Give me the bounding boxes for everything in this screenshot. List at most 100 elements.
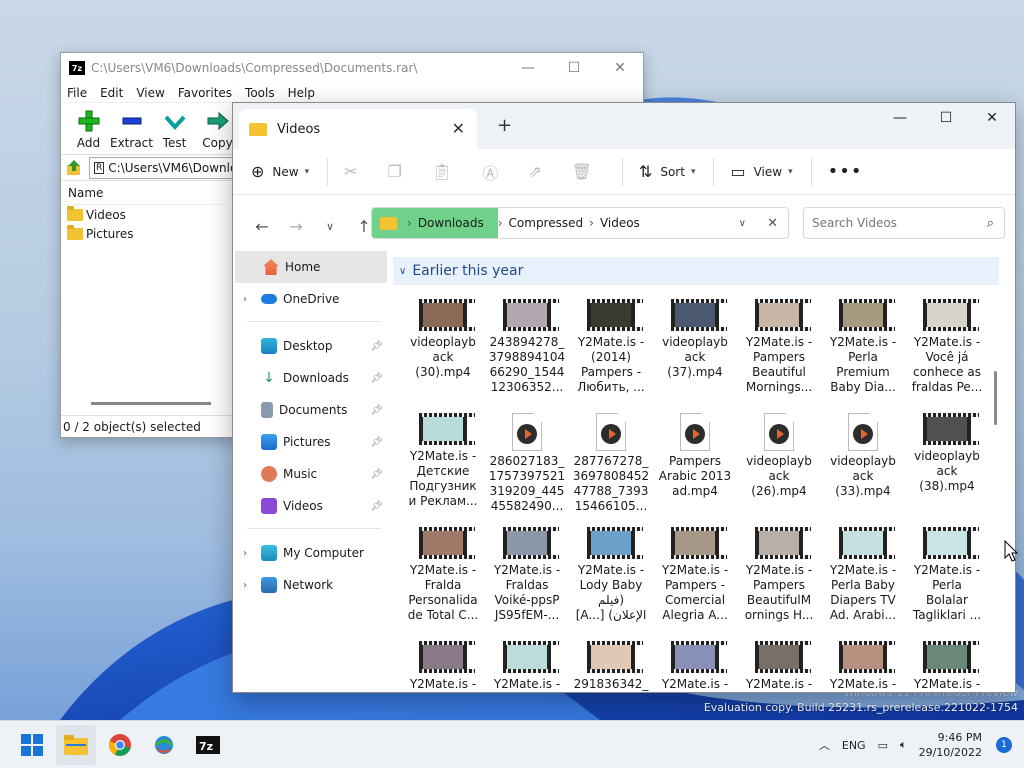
nav-item-videos[interactable]: Videos 📌︎ [233, 490, 389, 522]
file-item[interactable]: 291836342_ [569, 641, 653, 692]
breadcrumb-videos[interactable]: Videos [600, 216, 640, 230]
minimize-button[interactable]: — [877, 103, 923, 133]
share-icon[interactable]: ⇗ [528, 162, 541, 181]
sort-button[interactable]: ⇅ Sort ▾ [639, 162, 696, 181]
nav-item-home[interactable]: Home [235, 251, 387, 283]
file-item[interactable]: Y2Mate.is - Perla Premium Baby Dia... [821, 299, 905, 395]
taskbar-chrome[interactable] [100, 725, 140, 765]
breadcrumb-downloads[interactable]: › Downloads [372, 208, 498, 238]
file-item[interactable]: videoplayb ack (26).mp4 [737, 413, 821, 499]
back-arrow-icon[interactable]: ← [245, 217, 279, 236]
nav-item-pictures[interactable]: Pictures 📌︎ [233, 426, 389, 458]
maximize-button[interactable]: ☐ [551, 53, 597, 83]
rename-icon[interactable]: Ⓐ [482, 160, 498, 184]
file-item[interactable]: Y2Mate.is - [905, 641, 989, 692]
file-item[interactable]: Y2Mate.is - [821, 641, 905, 692]
file-item[interactable]: Y2Mate.is - [401, 641, 485, 692]
recent-chevron-icon[interactable]: ∨ [313, 220, 347, 233]
search-input[interactable]: Search Videos ⌕ [803, 207, 1005, 239]
scrollbar-thumb[interactable] [91, 402, 211, 405]
menu-file[interactable]: File [67, 86, 87, 100]
horizontal-scrollbar[interactable] [67, 399, 227, 409]
file-item[interactable]: videoplayb ack (30).mp4 [401, 299, 485, 380]
file-item[interactable]: 286027183_ 1757397521 319209_445 4558249… [485, 413, 569, 514]
file-item[interactable]: 243894278_ 3798894104 66290_1544 1230635… [485, 299, 569, 395]
vertical-scrollbar[interactable] [994, 371, 997, 425]
file-item[interactable]: Y2Mate.is - [485, 641, 569, 692]
pin-icon[interactable]: 📌︎ [370, 437, 383, 448]
column-header-name[interactable]: Name [61, 181, 226, 205]
file-item[interactable]: Y2Mate.is - Perla Bolalar Tagliklari ... [905, 527, 989, 623]
language-indicator[interactable]: ENG [842, 739, 866, 752]
delete-icon[interactable]: 🗑︎ [572, 162, 592, 181]
menu-view[interactable]: View [136, 86, 164, 100]
pin-icon[interactable]: 📌︎ [370, 405, 383, 416]
menu-tools[interactable]: Tools [245, 86, 275, 100]
file-item[interactable]: 287767278_ 3697808452 47788_7393 1546610… [569, 413, 653, 514]
start-button[interactable] [12, 725, 52, 765]
file-item[interactable]: Y2Mate.is - [653, 641, 737, 692]
pin-icon[interactable]: 📌︎ [370, 501, 383, 512]
file-item[interactable]: Y2Mate.is - Lody Baby فيلم) [A...] (الإع… [569, 527, 653, 623]
tab-close-icon[interactable]: ✕ [452, 119, 465, 138]
view-button[interactable]: ▭ View ▾ [730, 162, 792, 181]
file-item[interactable]: videoplayb ack (33).mp4 [821, 413, 905, 499]
breadcrumb-compressed[interactable]: Compressed [509, 216, 584, 230]
clear-icon[interactable]: ✕ [767, 216, 778, 231]
file-item[interactable]: Y2Mate.is - Pampers Beautiful Mornings..… [737, 299, 821, 395]
taskbar-network-app[interactable] [144, 725, 184, 765]
file-item[interactable]: Pampers Arabic 2013 ad.mp4 [653, 413, 737, 499]
volume-icon[interactable]: 🔈︎ [900, 738, 907, 752]
tab-videos[interactable]: Videos ✕ [239, 109, 477, 149]
up-folder-icon[interactable] [65, 159, 83, 177]
minimize-button[interactable]: — [505, 53, 551, 83]
file-item[interactable]: Y2Mate.is - Você já conhece as fraldas P… [905, 299, 989, 395]
chevron-right-icon[interactable]: › [243, 294, 257, 305]
chevron-right-icon[interactable]: › [243, 580, 257, 591]
pin-icon[interactable]: 📌︎ [370, 469, 383, 480]
7zip-path-field[interactable]: R C:\Users\VM6\Downlo [89, 156, 239, 179]
file-item[interactable]: Y2Mate.is - Детские Подгузник и Реклам..… [401, 413, 485, 509]
add-button[interactable]: Add [67, 103, 110, 154]
nav-item-mycomputer[interactable]: › My Computer [233, 537, 389, 569]
group-header[interactable]: ∨ Earlier this year [393, 257, 999, 285]
chevron-down-icon[interactable]: ∨ [739, 218, 746, 229]
clock[interactable]: 9:46 PM 29/10/2022 [919, 730, 982, 760]
file-item[interactable]: videoplayb ack (37).mp4 [653, 299, 737, 380]
new-tab-button[interactable]: + [497, 115, 512, 136]
extract-button[interactable]: Extract [110, 103, 153, 154]
copy-icon[interactable]: ❐ [388, 162, 402, 181]
file-item[interactable]: Y2Mate.is - Fralda Personalida de Total … [401, 527, 485, 623]
file-item[interactable]: Y2Mate.is - Perla Baby Diapers TV Ad. Ar… [821, 527, 905, 623]
taskbar-file-explorer[interactable] [56, 724, 96, 765]
close-button[interactable]: ✕ [969, 103, 1015, 133]
menu-favorites[interactable]: Favorites [178, 86, 232, 100]
file-item[interactable]: Y2Mate.is - [737, 641, 821, 692]
breadcrumb[interactable]: › Downloads › Compressed › Videos ∨ ✕ [371, 207, 789, 239]
pin-icon[interactable]: 📌︎ [370, 341, 383, 352]
close-button[interactable]: ✕ [597, 53, 643, 83]
test-button[interactable]: Test [153, 103, 196, 154]
nav-item-network[interactable]: › Network [233, 569, 389, 601]
paste-icon[interactable]: 📋︎ [432, 162, 452, 181]
taskbar-7zip[interactable]: 7z [188, 725, 228, 765]
file-item[interactable]: Y2Mate.is - Fraldas Voiké-ppsP JS95fEM-.… [485, 527, 569, 623]
nav-item-documents[interactable]: Documents 📌︎ [233, 394, 389, 426]
chevron-right-icon[interactable]: › [243, 548, 257, 559]
notification-badge[interactable]: 1 [996, 737, 1012, 753]
nav-item-onedrive[interactable]: › OneDrive [233, 283, 389, 315]
show-hidden-icons-icon[interactable]: ︿ [819, 737, 830, 753]
more-options-icon[interactable]: ••• [828, 161, 863, 182]
nav-item-desktop[interactable]: Desktop 📌︎ [233, 330, 389, 362]
file-item[interactable]: videoplayb ack (38).mp4 [905, 413, 989, 494]
maximize-button[interactable]: ☐ [923, 103, 969, 133]
forward-arrow-icon[interactable]: → [279, 217, 313, 236]
network-icon[interactable]: ▭ [878, 739, 888, 752]
nav-item-downloads[interactable]: ↓ Downloads 📌︎ [233, 362, 389, 394]
menu-help[interactable]: Help [288, 86, 315, 100]
new-button[interactable]: ⊕ New ▾ [251, 162, 309, 181]
pin-icon[interactable]: 📌︎ [370, 373, 383, 384]
cut-icon[interactable]: ✂ [344, 162, 357, 181]
file-item[interactable]: Y2Mate.is - (2014) Pampers - Любить, ... [569, 299, 653, 395]
menu-edit[interactable]: Edit [100, 86, 123, 100]
